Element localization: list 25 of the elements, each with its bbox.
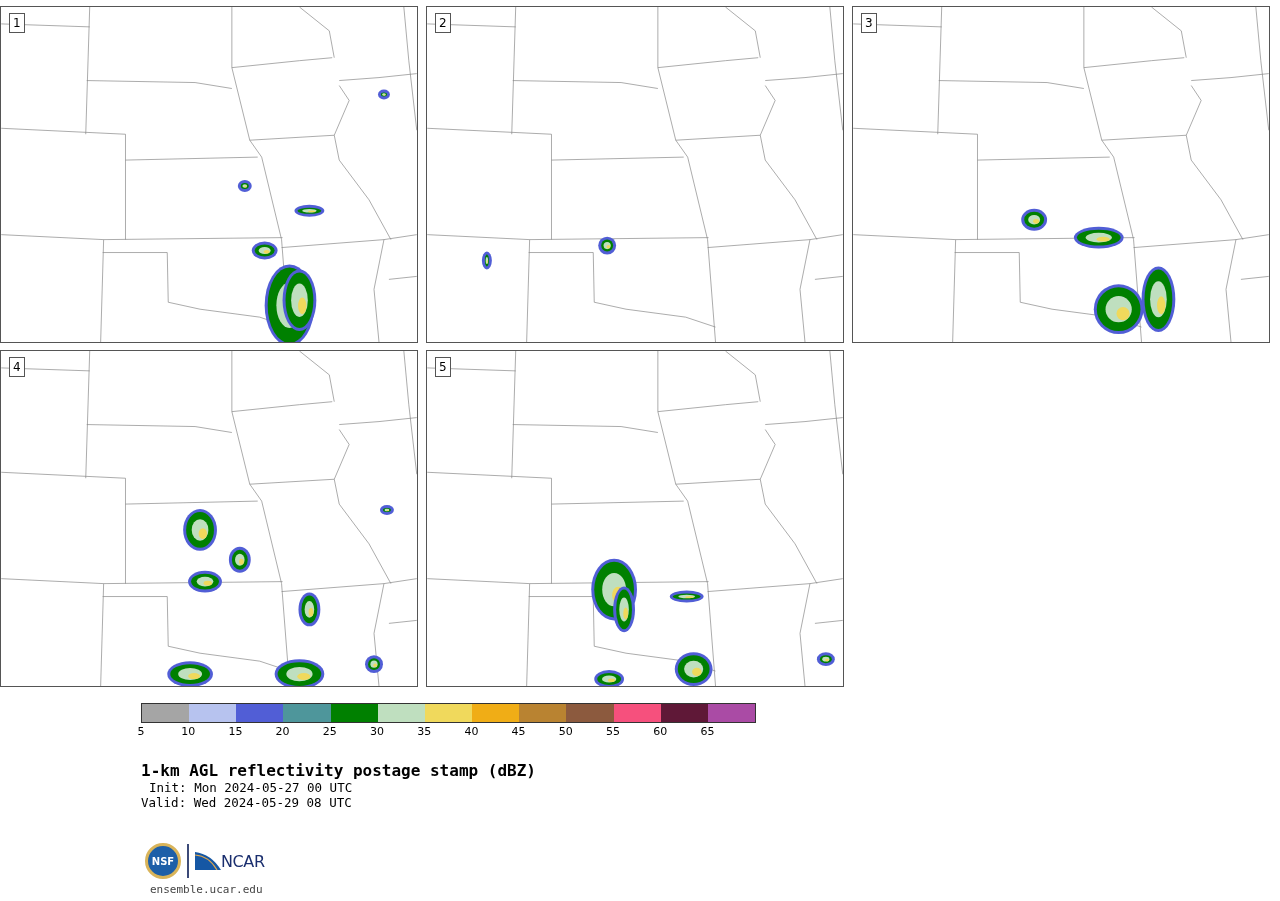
colorbar-tick-label: 55 [606, 725, 620, 738]
colorbar-tick-label: 45 [511, 725, 526, 738]
nsf-logo: NSF [145, 843, 181, 879]
colorbar-tick-label: 20 [275, 725, 290, 738]
chart-title: 1-km AGL reflectivity postage stamp (dBZ) [141, 762, 537, 780]
colorbar-tick-label: 5 [137, 725, 145, 738]
colorbar-tick-label: 30 [370, 725, 384, 738]
init-time: Init: Mon 2024-05-27 00 UTC [148, 780, 354, 795]
panel-number: 4 [9, 357, 25, 377]
colorbar-tick-label: 40 [464, 725, 479, 738]
colorbar-tick-label: 60 [653, 725, 668, 738]
footer-url: ensemble.ucar.edu [149, 882, 264, 896]
panel-number: 5 [435, 357, 451, 377]
swoosh-icon [195, 852, 221, 870]
panel-number: 3 [861, 13, 877, 33]
colorbar-tick-label: 35 [417, 725, 432, 738]
valid-time: Valid: Wed 2024-05-29 08 UTC [141, 795, 353, 810]
panel-number: 2 [435, 13, 451, 33]
panel-number: 1 [9, 13, 25, 33]
colorbar-tick-label: 65 [700, 725, 715, 738]
ncar-logo: NCAR [195, 852, 265, 870]
colorbar-tick-label: 50 [558, 725, 573, 738]
colorbar-tick-label: 25 [322, 725, 337, 738]
colorbar-tick-label: 15 [228, 725, 243, 738]
colorbar-tick-label: 10 [181, 725, 196, 738]
